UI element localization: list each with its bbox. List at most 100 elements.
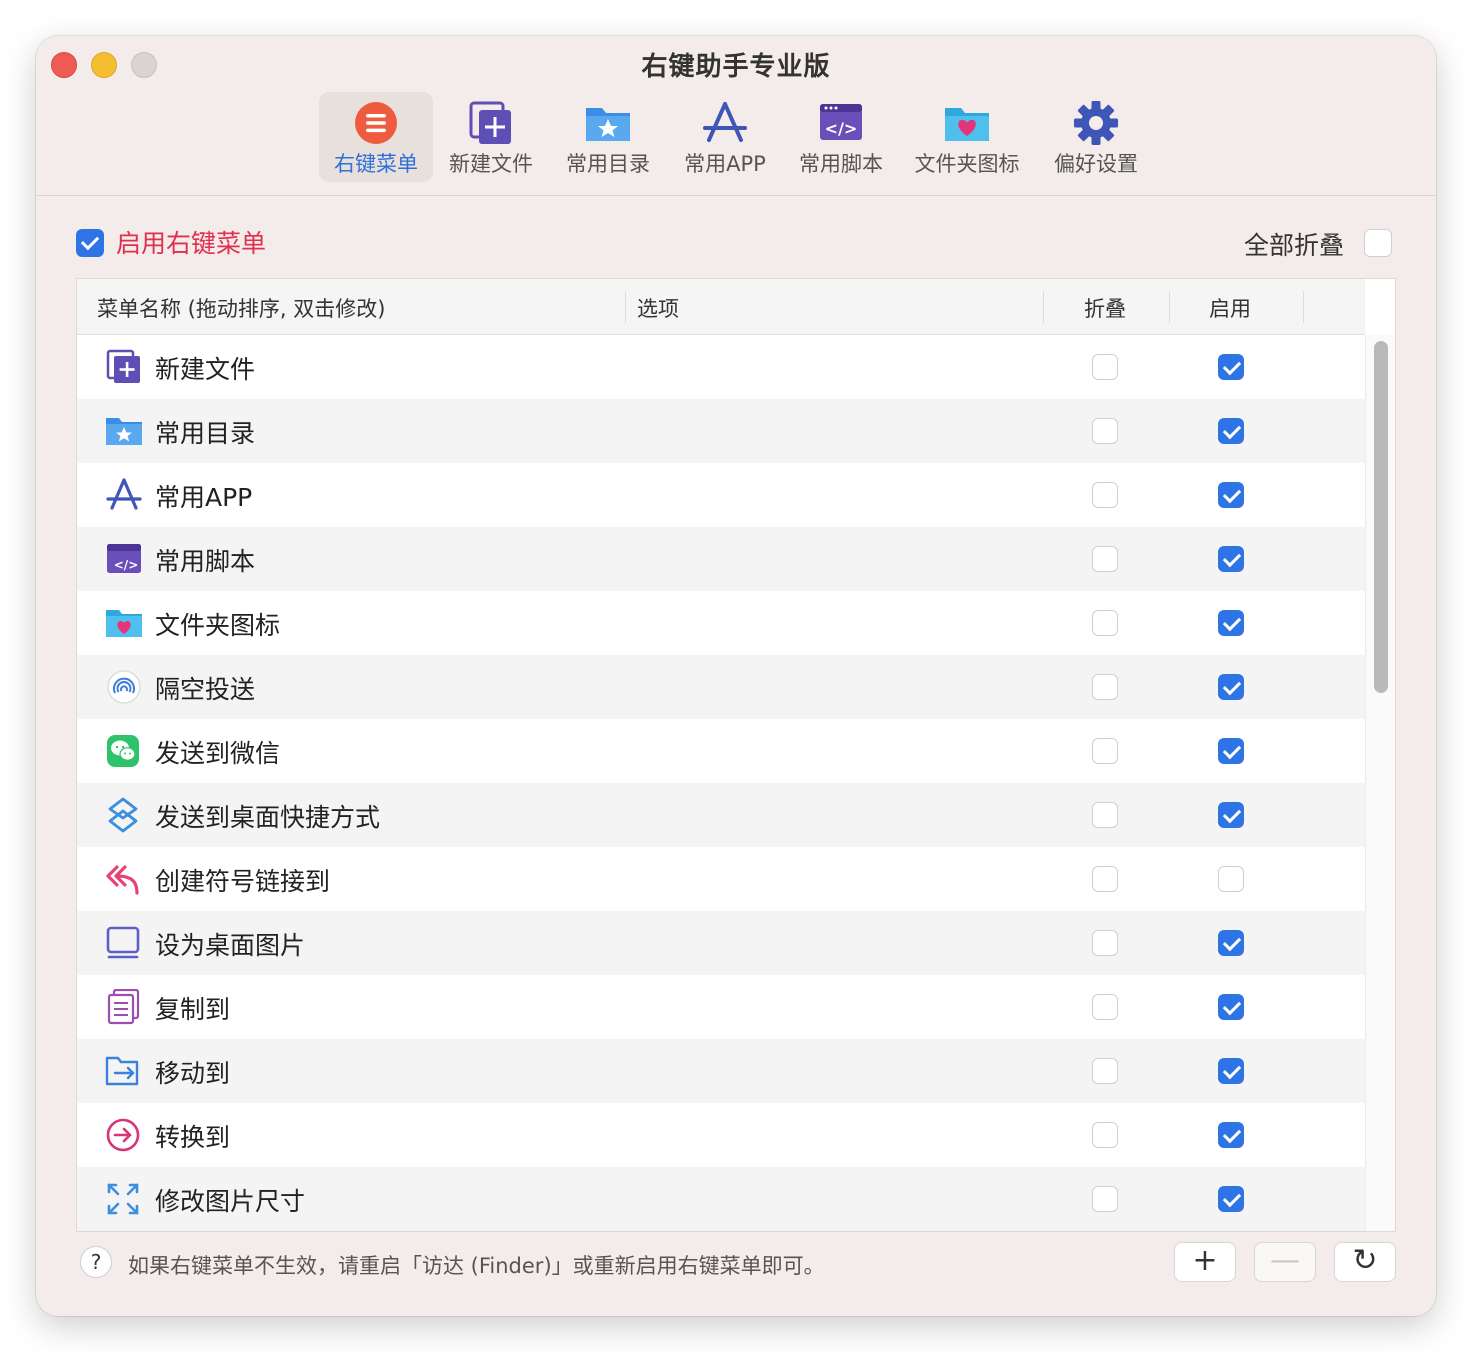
- column-header-enable[interactable]: 启用: [1209, 293, 1251, 323]
- tab-preferences[interactable]: 偏好设置: [1046, 92, 1146, 182]
- help-button[interactable]: ?: [80, 1246, 112, 1278]
- enable-checkbox[interactable]: [1218, 802, 1244, 828]
- svg-text:</>: </>: [114, 558, 139, 572]
- fold-checkbox[interactable]: [1092, 802, 1118, 828]
- tab-label: 新建文件: [449, 152, 533, 176]
- airdrop-icon: [107, 670, 141, 704]
- fold-checkbox[interactable]: [1092, 354, 1118, 380]
- row-label: 修改图片尺寸: [155, 1187, 306, 1216]
- row-label: 常用APP: [155, 483, 253, 512]
- gear-icon: [1074, 101, 1118, 145]
- tab-folder-icons[interactable]: 文件夹图标: [902, 92, 1032, 182]
- app-store-icon: [106, 478, 142, 510]
- fold-checkbox[interactable]: [1092, 1186, 1118, 1212]
- row-label: 发送到桌面快捷方式: [155, 803, 381, 832]
- column-header-options[interactable]: 选项: [637, 293, 679, 323]
- table-row[interactable]: 常用APP: [77, 463, 1365, 527]
- fold-checkbox[interactable]: [1092, 674, 1118, 700]
- resize-arrows-icon: [107, 1183, 139, 1215]
- table-row[interactable]: 转换到: [77, 1103, 1365, 1167]
- table-row[interactable]: 复制到: [77, 975, 1365, 1039]
- table-row[interactable]: 常用目录: [77, 399, 1365, 463]
- fold-checkbox[interactable]: [1092, 994, 1118, 1020]
- tab-new-file[interactable]: 新建文件: [441, 92, 541, 182]
- enable-menu-checkbox[interactable]: [76, 229, 104, 257]
- enable-checkbox[interactable]: [1218, 866, 1244, 892]
- row-label: 隔空投送: [155, 675, 256, 704]
- enable-checkbox[interactable]: [1218, 354, 1244, 380]
- column-header-fold[interactable]: 折叠: [1084, 293, 1126, 323]
- table-row[interactable]: 文件夹图标: [77, 591, 1365, 655]
- vertical-scrollbar[interactable]: [1365, 335, 1395, 1231]
- table-row[interactable]: 移动到: [77, 1039, 1365, 1103]
- table-header: 菜单名称 (拖动排序, 双击修改) 选项 折叠 启用: [77, 279, 1365, 335]
- row-label: 新建文件: [155, 355, 256, 384]
- enable-checkbox[interactable]: [1218, 1058, 1244, 1084]
- fold-checkbox[interactable]: [1092, 866, 1118, 892]
- tab-common-scripts[interactable]: </> 常用脚本: [791, 92, 891, 182]
- column-divider: [1169, 291, 1170, 323]
- fold-checkbox[interactable]: [1092, 482, 1118, 508]
- table-row[interactable]: 创建符号链接到: [77, 847, 1365, 911]
- scrollbar-thumb[interactable]: [1374, 341, 1388, 693]
- fold-checkbox[interactable]: [1092, 1058, 1118, 1084]
- enable-checkbox[interactable]: [1218, 1122, 1244, 1148]
- tab-label: 常用脚本: [799, 152, 883, 176]
- script-icon: </>: [820, 104, 862, 140]
- table-row[interactable]: 发送到微信: [77, 719, 1365, 783]
- column-divider: [1043, 291, 1044, 323]
- list-circle-icon: [355, 102, 397, 144]
- table-row[interactable]: 新建文件: [77, 335, 1365, 399]
- tab-label: 常用目录: [566, 152, 650, 176]
- menu-table: 菜单名称 (拖动排序, 双击修改) 选项 折叠 启用 新建文件 常用目录 常用A…: [76, 278, 1396, 1232]
- app-window: 右键助手专业版 右键菜单 新建文件 常用目录 常用APP </> 常用脚本 文件…: [36, 36, 1436, 1316]
- row-label: 常用目录: [155, 419, 256, 448]
- table-row[interactable]: 隔空投送: [77, 655, 1365, 719]
- titlebar: 右键助手专业版 右键菜单 新建文件 常用目录 常用APP </> 常用脚本 文件…: [36, 36, 1436, 196]
- star-folder-icon: [106, 418, 142, 445]
- fold-checkbox[interactable]: [1092, 930, 1118, 956]
- enable-checkbox[interactable]: [1218, 482, 1244, 508]
- row-label: 创建符号链接到: [155, 867, 331, 896]
- tab-common-app[interactable]: 常用APP: [670, 92, 780, 182]
- row-label: 文件夹图标: [155, 611, 281, 640]
- fold-checkbox[interactable]: [1092, 610, 1118, 636]
- add-item-button[interactable]: +: [1174, 1242, 1236, 1282]
- enable-checkbox[interactable]: [1218, 994, 1244, 1020]
- enable-checkbox[interactable]: [1218, 1186, 1244, 1212]
- row-label: 转换到: [155, 1123, 231, 1152]
- row-label: 设为桌面图片: [155, 931, 306, 960]
- table-row[interactable]: 设为桌面图片: [77, 911, 1365, 975]
- table-row[interactable]: 发送到桌面快捷方式: [77, 783, 1365, 847]
- wechat-icon: [107, 735, 139, 767]
- enable-checkbox[interactable]: [1218, 674, 1244, 700]
- fold-checkbox[interactable]: [1092, 418, 1118, 444]
- restart-finder-note: 如果右键菜单不生效，请重启「访达 (Finder)」或重新启用右键菜单即可。: [128, 1254, 825, 1278]
- refresh-button[interactable]: ↻: [1334, 1242, 1396, 1282]
- window-title: 右键助手专业版: [641, 52, 831, 82]
- enable-checkbox[interactable]: [1218, 930, 1244, 956]
- column-divider: [1303, 291, 1304, 323]
- remove-item-button[interactable]: —: [1254, 1242, 1316, 1282]
- enable-checkbox[interactable]: [1218, 610, 1244, 636]
- footer: ? 如果右键菜单不生效，请重启「访达 (Finder)」或重新启用右键菜单即可。…: [36, 1232, 1436, 1316]
- enable-checkbox[interactable]: [1218, 738, 1244, 764]
- star-folder-icon: [586, 108, 630, 141]
- enable-checkbox[interactable]: [1218, 418, 1244, 444]
- tab-common-folders[interactable]: 常用目录: [558, 92, 658, 182]
- tab-context-menu[interactable]: 右键菜单: [319, 92, 433, 182]
- column-header-name[interactable]: 菜单名称 (拖动排序, 双击修改): [97, 293, 385, 323]
- fold-checkbox[interactable]: [1092, 738, 1118, 764]
- heart-folder-icon: [106, 610, 142, 637]
- table-row[interactable]: </> 常用脚本: [77, 527, 1365, 591]
- collapse-all-label: 全部折叠: [1244, 231, 1345, 260]
- collapse-all-checkbox[interactable]: [1364, 229, 1392, 257]
- fold-checkbox[interactable]: [1092, 546, 1118, 572]
- row-label: 发送到微信: [155, 739, 281, 768]
- tab-label: 文件夹图标: [914, 152, 1020, 176]
- enable-checkbox[interactable]: [1218, 546, 1244, 572]
- symlink-arrow-icon: [106, 865, 139, 895]
- tab-label: 常用APP: [684, 152, 766, 176]
- table-row[interactable]: 修改图片尺寸: [77, 1167, 1365, 1231]
- fold-checkbox[interactable]: [1092, 1122, 1118, 1148]
